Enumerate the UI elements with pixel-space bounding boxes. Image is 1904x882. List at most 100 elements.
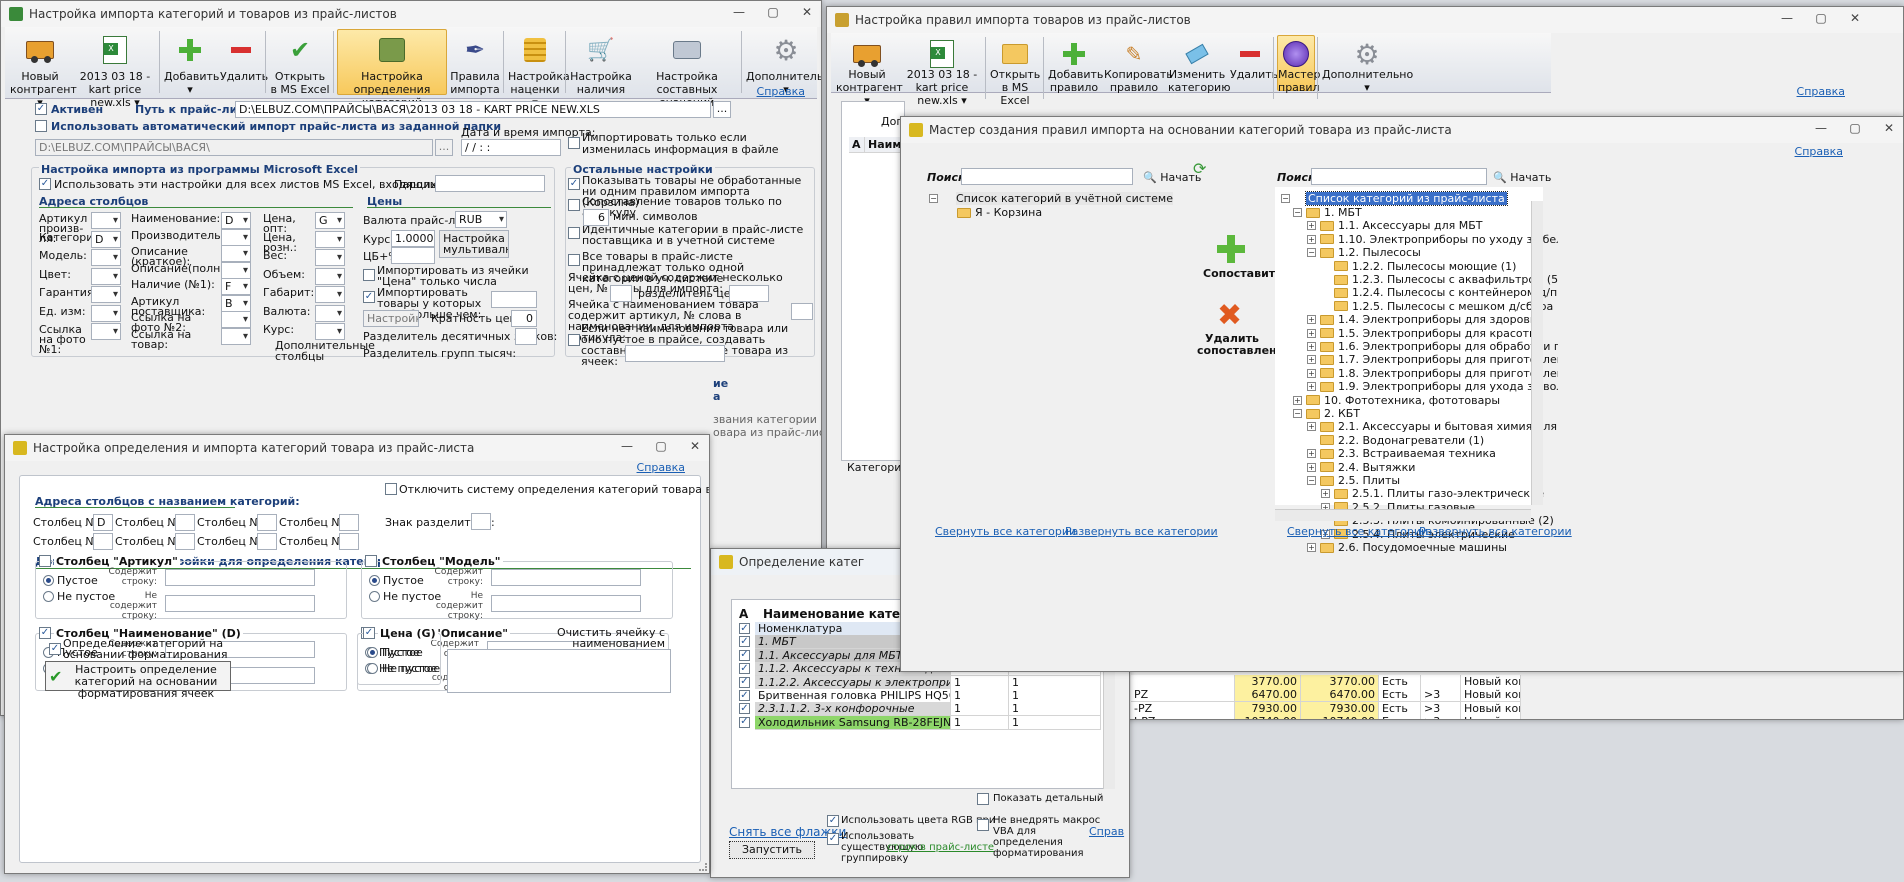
minimize-button[interactable]: — [619,439,635,453]
ribbon-button[interactable]: X 2013 03 18 - kart price new.xls ▾ [901,35,983,107]
field-select[interactable] [91,323,121,340]
compose-name-checkbox[interactable] [568,334,580,346]
other-option-checkbox[interactable] [568,254,580,266]
compose-name-input[interactable] [625,345,725,362]
right-tree-item[interactable]: +2.1. Аксессуары и бытовая химия для К [1307,420,1558,433]
right-tree-hscroll[interactable] [1275,509,1531,521]
right-tree-item[interactable]: − 2. КБТ [1293,407,1360,420]
ribbon-button[interactable]: Добавить правило [1047,35,1103,94]
category-column-input[interactable] [257,533,277,550]
left-expand-all-link[interactable]: Развернуть все категории [1065,525,1218,538]
ribbon-button[interactable]: Мастер правил [1277,35,1320,94]
ribbon-button[interactable]: ⚙Дополнительно ▾ [1321,35,1413,94]
field-select[interactable] [221,327,251,345]
multiplicity-input[interactable]: 0 [511,310,537,327]
right-tree-item[interactable]: +1.5. Электроприборы для красоты [1307,327,1538,340]
left-tree-root[interactable]: − Список категорий в учётной системе [929,192,1174,205]
expand-icon[interactable]: + [1307,221,1316,231]
filter-not-empty-radio[interactable] [43,591,54,602]
field-select[interactable] [221,245,251,262]
definition-row-checkbox[interactable]: ✓ [739,690,750,701]
expand-icon[interactable]: + [1307,342,1316,351]
expand-icon[interactable]: + [1307,315,1316,325]
right-tree-item[interactable]: − 2.5. Плиты [1307,474,1400,487]
map-button[interactable]: Сопоставить [1203,267,1282,280]
field-select[interactable] [221,311,251,328]
expand-icon[interactable]: + [1307,234,1316,244]
multicurrency-button[interactable]: Настройка мультивалюты [439,230,509,258]
active-checkbox[interactable]: ✓ [35,103,47,115]
category-column-input[interactable] [93,533,113,550]
use-all-sheets-checkbox[interactable]: ✓ [39,178,51,190]
price-not-empty-radio[interactable] [367,663,378,674]
category-column-input[interactable] [257,514,277,531]
other-option-checkbox[interactable] [568,227,580,239]
price-filter-checkbox[interactable]: ✓ [363,627,375,639]
category-column-input[interactable] [339,533,359,550]
right-search-button[interactable]: 🔍 Начать [1493,171,1551,184]
definition-row-name[interactable]: Бритвенная головка PHILIPS HQ56/50 для H… [755,689,951,703]
right-tree-item[interactable]: − 1. МБТ [1293,206,1362,219]
ribbon-button[interactable]: Настройка составных значений [635,29,739,109]
filter-group-checkbox[interactable]: ✓ [39,627,51,639]
category-column-input[interactable] [175,514,195,531]
main-help-link[interactable]: Справка [757,85,805,98]
filter-empty-radio[interactable] [369,575,380,586]
close-icon[interactable]: ✕ [799,5,815,19]
right-tree-item[interactable]: +2.3. Встраиваемая техника [1307,447,1496,460]
currency-select[interactable]: RUB [455,211,507,228]
format-detect-checkbox[interactable]: ✓ [49,643,61,655]
right-tree-item[interactable]: +1.9. Электроприборы для ухода за вол [1307,380,1558,393]
filter-group-checkbox[interactable] [365,555,377,567]
ribbon-button[interactable]: Новый контрагент ▾ [9,29,77,109]
field-select[interactable] [315,230,345,248]
ribbon-button[interactable]: ✒ Правила импорта [449,29,501,97]
field-select[interactable] [91,304,121,322]
filter-group-checkbox[interactable] [39,555,51,567]
category-titlebar[interactable]: Настройка определения и импорта категори… [5,435,709,461]
expand-icon[interactable]: + [1307,328,1316,338]
right-tree-item[interactable]: − 1.2. Пылесосы [1307,246,1421,259]
category-column-input[interactable]: D [93,514,113,531]
right-tree-item[interactable]: +1.1. Аксессуары для МБТ [1307,219,1483,232]
definition-row-checkbox[interactable]: ✓ [739,649,750,661]
right-tree-item[interactable]: +1.2.2. Пылесосы моющие (1) [1321,260,1516,273]
field-select[interactable]: G [315,212,345,229]
right-collapse-all-link[interactable]: Свернуть все категории [1287,525,1428,538]
field-select[interactable] [315,286,345,303]
right-tree-item[interactable]: +1.7. Электроприборы для приготовлен [1307,353,1558,366]
resize-grip-icon[interactable] [699,863,707,871]
decimal-sep-input[interactable] [515,328,537,345]
field-select[interactable] [221,261,251,279]
wizard-titlebar[interactable]: Мастер создания правил импорта на основа… [901,117,1903,143]
maximize-button[interactable]: ▢ [765,5,781,19]
field-select[interactable]: D [91,230,121,248]
right-tree-item[interactable]: +1.2.4. Пылесосы с контейнером д/п [1321,286,1557,299]
left-collapse-all-link[interactable]: Свернуть все категории [935,525,1076,538]
field-select[interactable] [315,249,345,266]
cb-percent-input[interactable] [391,247,435,264]
expand-icon[interactable]: + [1307,382,1316,392]
right-tree-item[interactable]: +1.4. Электроприборы для здоровья [1307,313,1543,326]
field-select[interactable] [221,228,251,246]
password-input[interactable] [435,175,545,192]
ribbon-button[interactable]: Настройка наценки ▾ [507,29,570,109]
definition-row-name[interactable]: Холодильник Samsung RB-28FEJNCWW белый [755,715,951,730]
right-tree-root[interactable]: − Список категорий из прайс-листа [1281,191,1508,206]
collapse-icon[interactable]: − [1307,248,1316,258]
map-plus-icon[interactable] [1217,235,1245,263]
minimize-button[interactable]: — [1813,121,1829,135]
ribbon-button[interactable]: Настройка определения категорий [337,29,447,109]
expand-icon[interactable]: + [1307,462,1316,472]
ribbon-button[interactable]: Добавить ▾ [163,29,219,96]
unmap-button[interactable]: Удалить сопоставление [1197,333,1292,357]
import-numbers-checkbox[interactable] [363,269,375,281]
datetime-input[interactable]: / / : : [461,139,561,156]
filter-not-contains-input[interactable] [165,595,315,612]
rules-help-link[interactable]: Справка [1797,85,1845,98]
ribbon-button[interactable]: Открыть в MS Excel [989,35,1041,107]
article-in-name-input[interactable] [791,303,813,320]
definition-row-checkbox[interactable]: ✓ [739,716,750,728]
disable-system-checkbox[interactable] [385,483,397,495]
path-input[interactable]: D:\ELBUZ.COM\ПРАЙСЫ\ВАСЯ\2013 03 18 - KA… [235,101,711,118]
